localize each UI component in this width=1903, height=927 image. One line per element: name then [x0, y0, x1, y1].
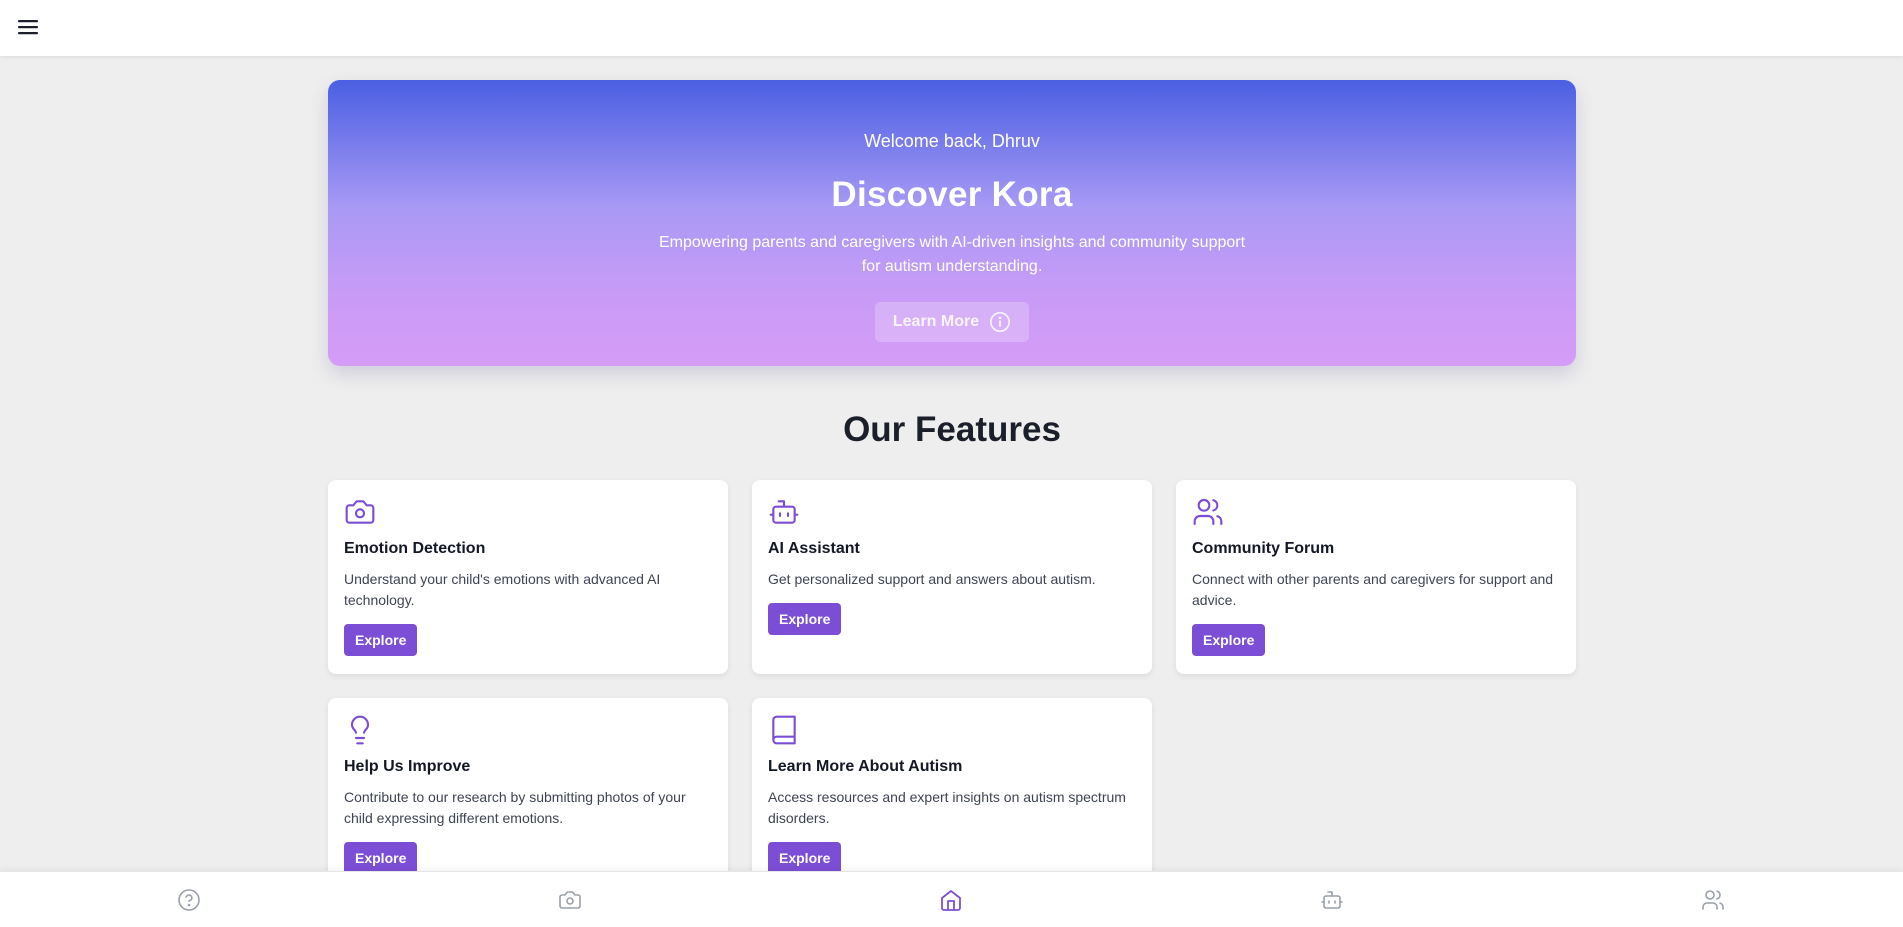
users-icon [1193, 498, 1223, 526]
explore-button-learn-more-about-autism[interactable]: Explore [768, 842, 842, 871]
learn-more-button[interactable]: Learn More [875, 302, 1029, 342]
nav-item-help[interactable] [177, 888, 201, 912]
explore-button-help-us-improve[interactable]: Explore [344, 842, 418, 871]
feature-card-ai-assistant: AI Assistant Get personalized support an… [752, 480, 1152, 674]
lightbulb-icon [350, 715, 370, 745]
content-container: Welcome back, Dhruv Discover Kora Empowe… [328, 80, 1576, 871]
bot-icon [1321, 891, 1343, 909]
help-circle-icon [178, 889, 200, 911]
book-icon [772, 715, 796, 745]
card-title: Community Forum [1192, 540, 1335, 557]
card-title: Learn More About Autism [768, 758, 963, 775]
card-description: Get personalized support and answers abo… [768, 571, 1096, 587]
card-description: Access resources and expert insights on … [768, 789, 1126, 826]
main-content[interactable]: Welcome back, Dhruv Discover Kora Empowe… [0, 56, 1903, 871]
feature-card-emotion-detection: Emotion Detection Understand your child'… [328, 480, 728, 674]
hero-description: Empowering parents and caregivers with A… [658, 234, 1246, 275]
nav-item-community[interactable] [1701, 888, 1725, 912]
card-description: Understand your child's emotions with ad… [344, 571, 661, 608]
menu-button[interactable] [16, 15, 40, 39]
card-description: Contribute to our research by submitting… [344, 789, 686, 826]
top-header [0, 0, 1903, 56]
feature-card-help-us-improve: Help Us Improve Contribute to our resear… [328, 698, 728, 871]
nav-item-home[interactable] [939, 888, 963, 912]
card-title: AI Assistant [768, 540, 860, 557]
feature-card-learn-more-about-autism: Learn More About Autism Access resources… [752, 698, 1152, 871]
welcome-text: Welcome back, Dhruv [864, 131, 1040, 151]
nav-item-ai-assistant[interactable] [1320, 888, 1344, 912]
card-title: Help Us Improve [344, 758, 471, 775]
explore-button-community-forum[interactable]: Explore [1192, 624, 1266, 656]
users-icon [1702, 890, 1724, 910]
menu-icon [18, 20, 38, 35]
home-icon [941, 890, 961, 911]
info-icon [990, 312, 1011, 332]
nav-item-emotion-detection[interactable] [558, 888, 582, 912]
camera-icon [345, 500, 375, 524]
card-description: Connect with other parents and caregiver… [1192, 571, 1554, 608]
explore-button-emotion-detection[interactable]: Explore [344, 624, 418, 656]
bottom-navigation [0, 871, 1903, 927]
explore-button-ai-assistant[interactable]: Explore [768, 603, 842, 635]
bot-icon [769, 500, 799, 524]
camera-icon [559, 891, 581, 909]
features-heading: Our Features [843, 410, 1061, 449]
feature-card-community-forum: Community Forum Connect with other paren… [1176, 480, 1576, 674]
learn-more-label: Learn More [892, 313, 980, 330]
hero-title: Discover Kora [831, 175, 1073, 214]
card-title: Emotion Detection [344, 540, 486, 557]
hero-banner: Welcome back, Dhruv Discover Kora Empowe… [328, 80, 1576, 366]
